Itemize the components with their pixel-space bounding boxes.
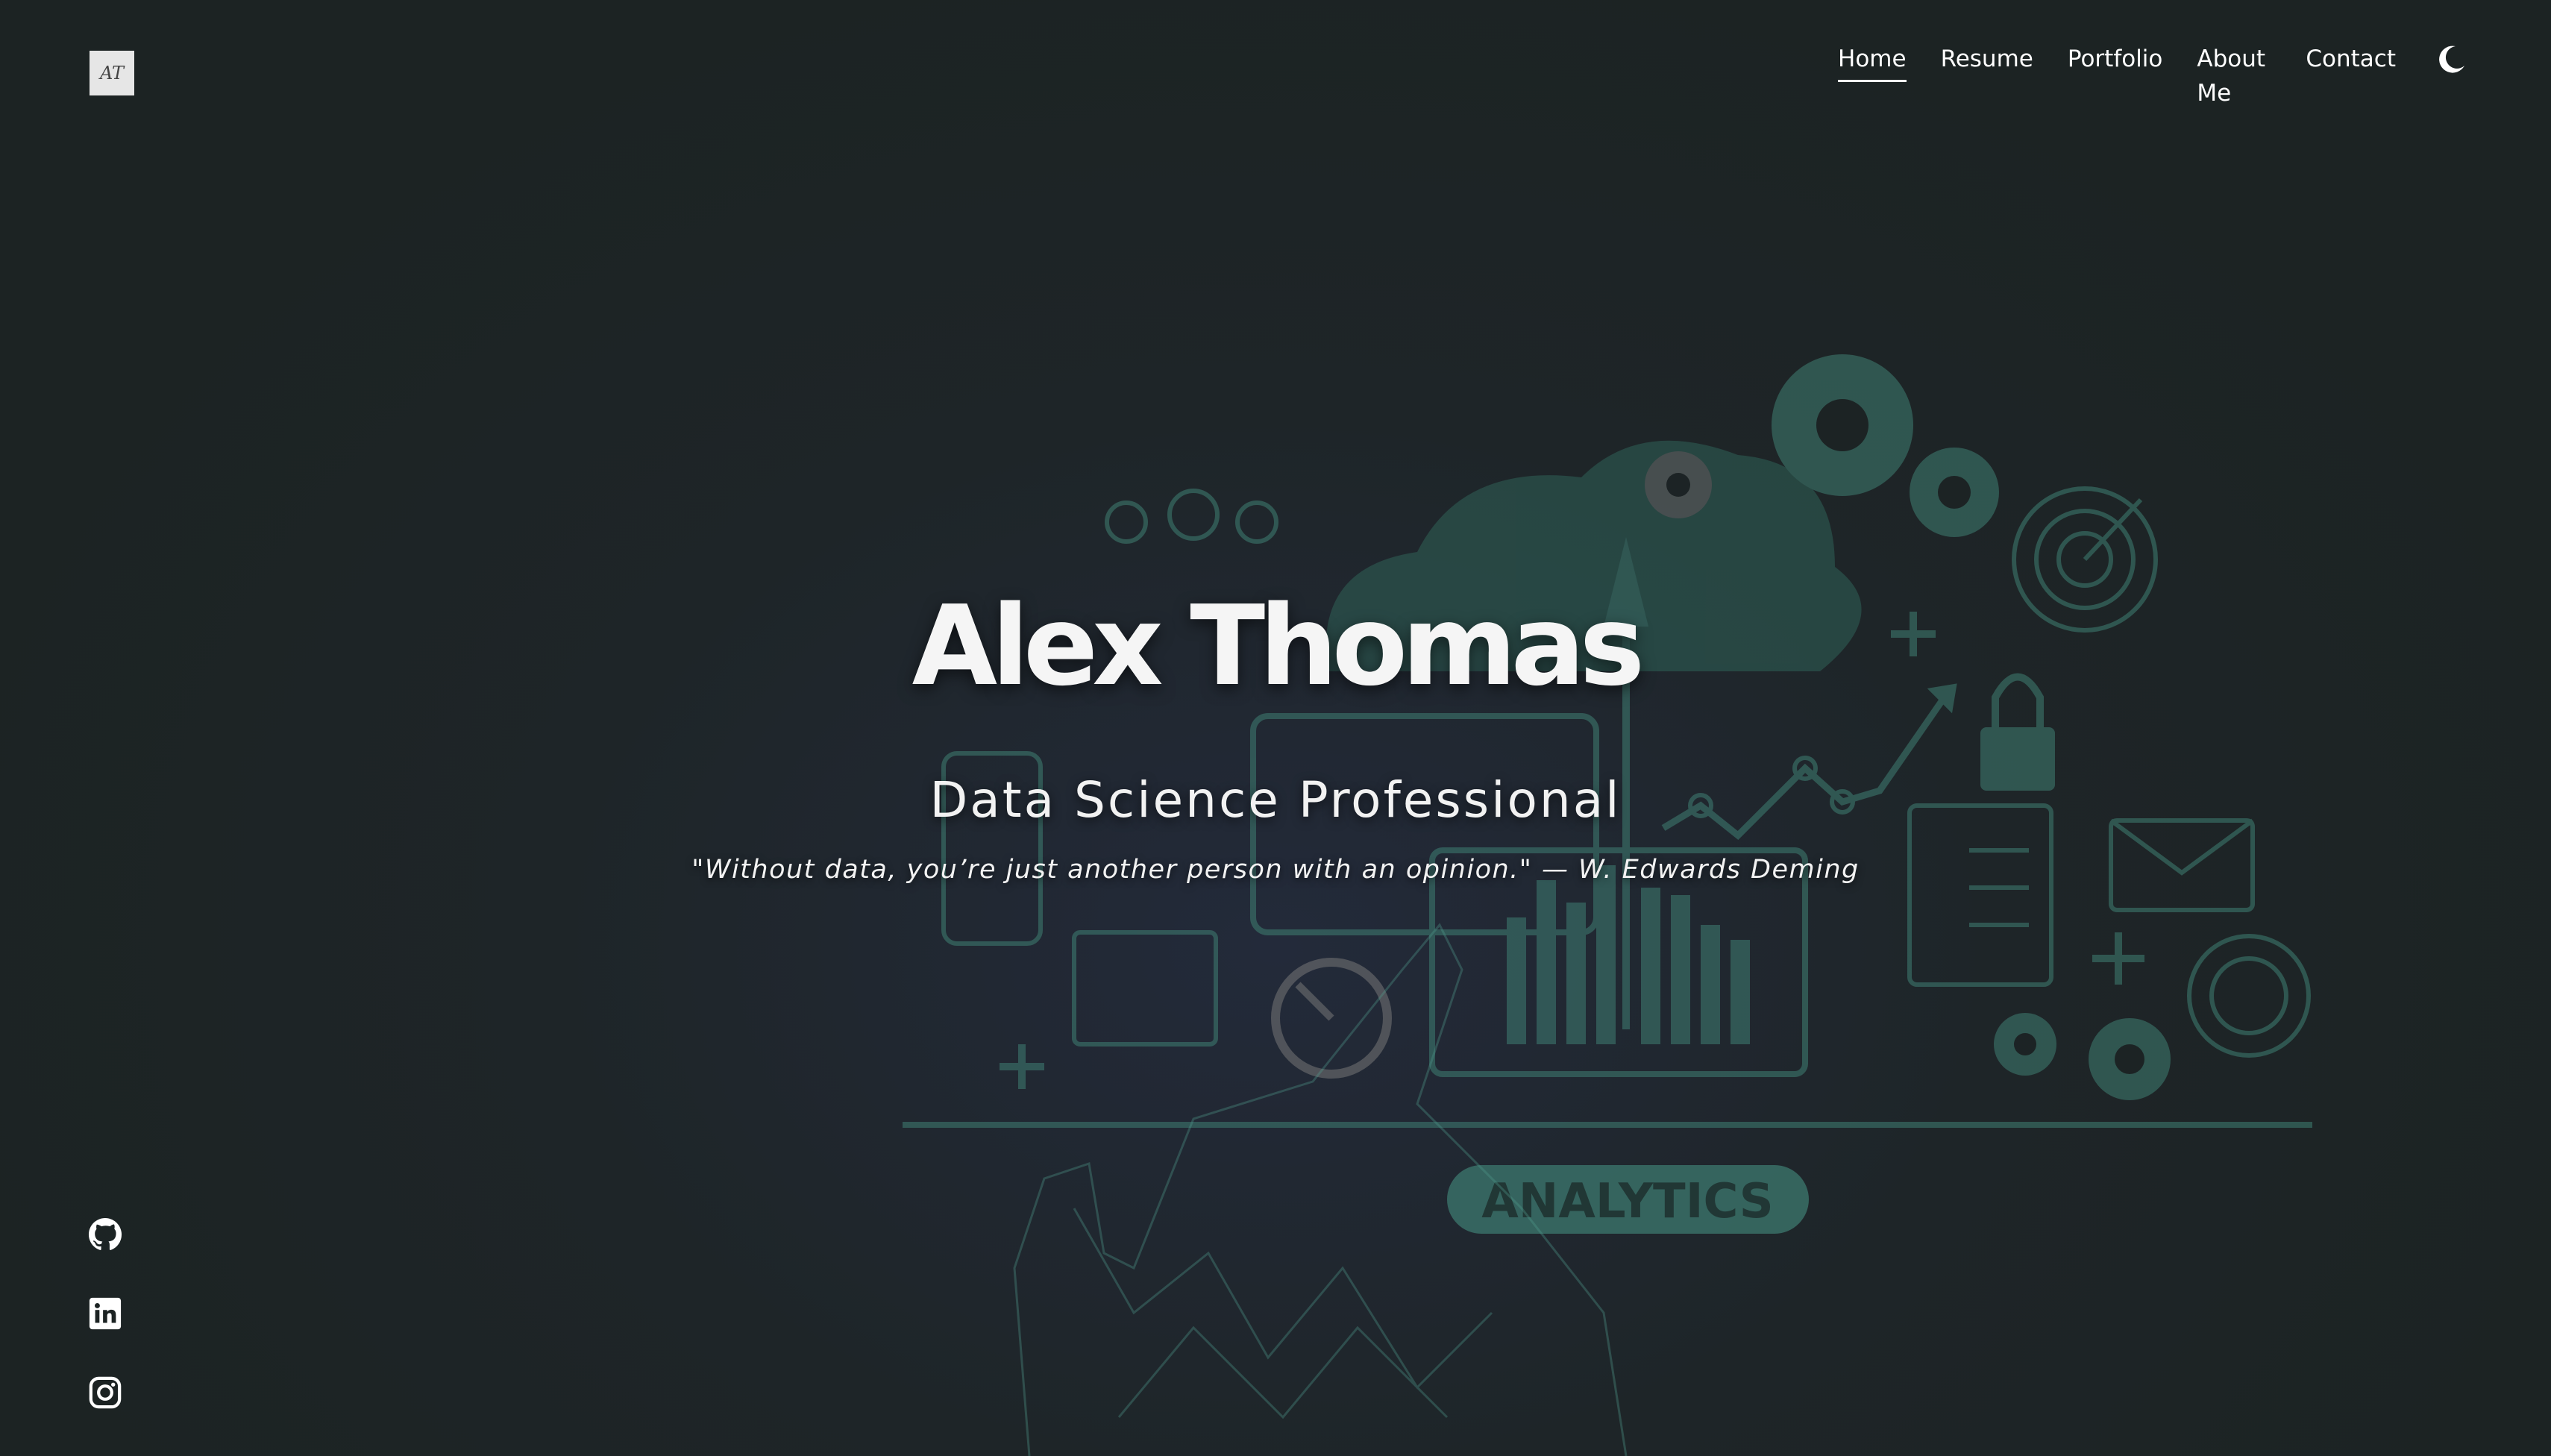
hero-name: Alex Thomas bbox=[911, 582, 1645, 710]
page: ANALYTICS AT Home Resume Portfolio About… bbox=[0, 0, 2551, 1456]
nav-contact[interactable]: Contact bbox=[2306, 42, 2396, 76]
instagram-icon bbox=[89, 1376, 122, 1409]
nav-about-me[interactable]: About Me bbox=[2197, 42, 2271, 110]
theme-toggle-button[interactable] bbox=[2433, 42, 2469, 78]
github-icon bbox=[88, 1217, 122, 1250]
instagram-link[interactable] bbox=[88, 1375, 122, 1410]
site-logo[interactable]: AT bbox=[90, 51, 134, 95]
hero-illustration: ANALYTICS bbox=[903, 354, 2312, 1456]
github-link[interactable] bbox=[88, 1217, 122, 1252]
hero-quote: "Without data, you’re just another perso… bbox=[691, 855, 1860, 885]
analytics-label: ANALYTICS bbox=[1481, 1174, 1774, 1229]
nav-resume[interactable]: Resume bbox=[1941, 42, 2033, 76]
linkedin-icon bbox=[89, 1297, 122, 1330]
social-links bbox=[88, 1217, 122, 1410]
linkedin-link[interactable] bbox=[88, 1296, 122, 1331]
moon-icon bbox=[2439, 46, 2464, 73]
nav-portfolio[interactable]: Portfolio bbox=[2068, 42, 2163, 76]
hero-subtitle: Data Science Professional bbox=[929, 771, 1622, 829]
main-nav: Home Resume Portfolio About Me Contact bbox=[1838, 42, 2396, 110]
logo-text: AT bbox=[99, 63, 125, 84]
nav-home[interactable]: Home bbox=[1838, 42, 1907, 82]
